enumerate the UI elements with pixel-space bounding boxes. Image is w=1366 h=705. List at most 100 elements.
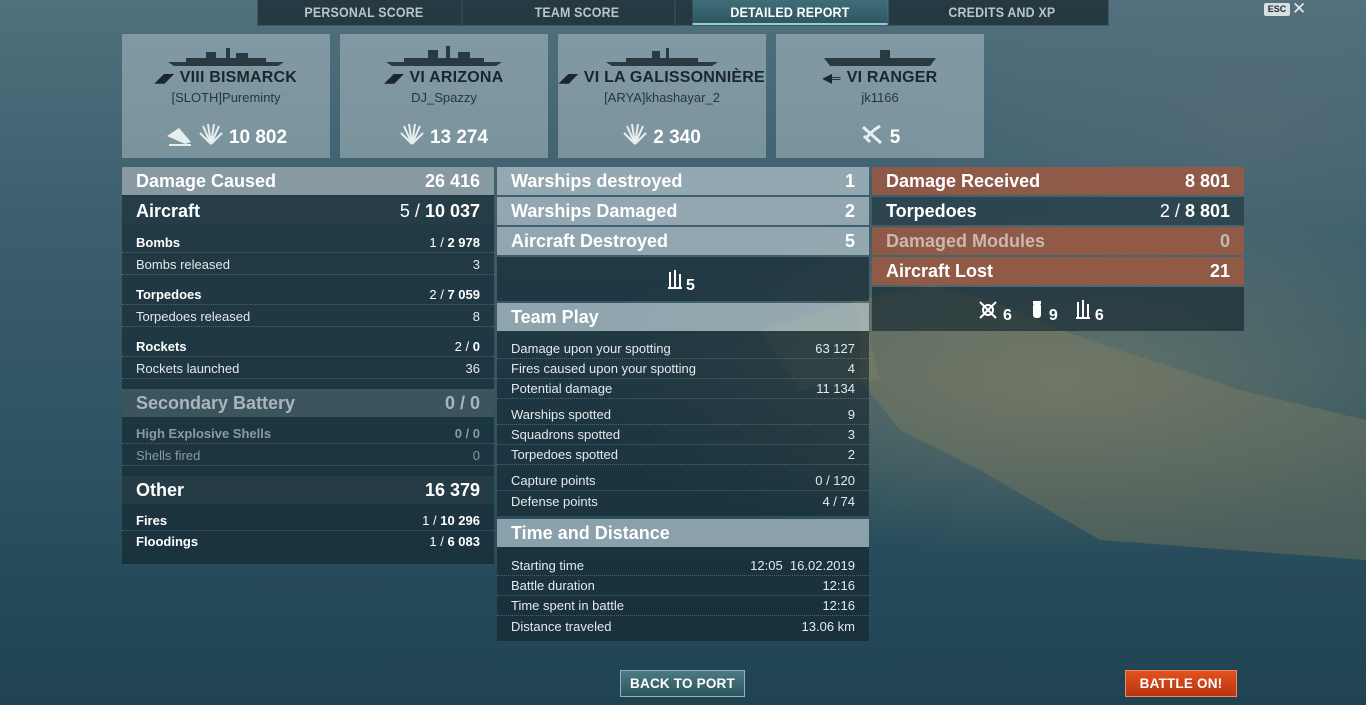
player-name: [ARYA]khashayar_2: [604, 90, 720, 105]
tab-bar: PERSONAL SCORE TEAM SCORE DETAILED REPOR…: [257, 0, 1109, 26]
fighter-icon: [978, 300, 998, 325]
row-label: Defense points: [511, 493, 598, 509]
secondary-battery-header: Secondary Battery 0 / 0: [122, 389, 494, 417]
row-value: 4 / 74: [822, 493, 855, 509]
team-play-row: Damage upon your spotting 63 127: [497, 339, 869, 359]
row-label: Battle duration: [511, 578, 595, 593]
sunk-ship-icon: [165, 124, 193, 152]
torpedo-bomber-icon: [668, 270, 682, 295]
row-label: Time spent in battle: [511, 598, 624, 613]
aircraft-damage: 10 037: [424, 200, 480, 221]
torpedoes-row: Torpedoes 2 / 7 059: [122, 285, 494, 305]
aircraft-destroyed-header: Aircraft Destroyed 5: [497, 227, 869, 255]
secondary-battery-label: Secondary Battery: [136, 392, 296, 413]
team-play-title: Team Play: [511, 306, 599, 327]
fires-count: 1 /: [422, 513, 437, 528]
battle-on-button[interactable]: BATTLE ON!: [1125, 670, 1237, 697]
team-play-row: Defense points 4 / 74: [497, 491, 869, 511]
row-value: 13.06 km: [801, 618, 855, 634]
row-label: Torpedoes spotted: [511, 447, 618, 462]
bombs-count: 1 /: [429, 235, 444, 250]
fires-damage: 10 296: [440, 513, 480, 528]
received-torpedoes-count: 2 /: [1159, 200, 1180, 221]
row-value: 63 127: [815, 341, 855, 356]
row-label: Starting time: [511, 558, 584, 573]
ship-silhouette-icon: [340, 46, 548, 66]
fires-row: Fires 1 / 10 296: [122, 511, 494, 531]
bombers-lost-value: 9: [1048, 307, 1058, 324]
back-to-port-button[interactable]: BACK TO PORT: [620, 670, 745, 697]
carrier-icon: ◀═: [822, 71, 841, 85]
aircraft-icon-count: 5: [686, 277, 695, 294]
close-icon[interactable]: ✕: [1292, 0, 1306, 18]
row-label: Capture points: [511, 473, 596, 488]
cruiser-icon: ◢◤: [559, 71, 578, 85]
tab-personal-score[interactable]: PERSONAL SCORE: [267, 0, 463, 25]
aircraft-lost-value: 21: [1209, 260, 1230, 281]
received-torpedoes-label: Torpedoes: [886, 200, 977, 221]
fighters-lost-value: 6: [1003, 307, 1012, 324]
shells-fired-label: Shells fired: [136, 448, 201, 463]
aircraft-lost-header: Aircraft Lost 21: [872, 257, 1244, 285]
floodings-label: Floodings: [136, 533, 199, 549]
damaged-modules-value: 0: [1219, 230, 1230, 251]
row-value: 0 / 120: [815, 473, 855, 488]
bombs-row: Bombs 1 / 2 978: [122, 233, 494, 253]
damage-received-title: Damage Received: [886, 170, 1041, 191]
fires-label: Fires: [136, 513, 168, 528]
received-torpedoes-header: Torpedoes 2 / 8 801: [872, 197, 1244, 225]
aircraft-lost-icons: 6 9 6: [978, 300, 1104, 325]
tab-team-score[interactable]: TEAM SCORE: [479, 0, 675, 25]
aircraft-label: Aircraft: [136, 200, 201, 221]
ship-card-bismarck: ◢◤ VIII BISMARCK [SLOTH]Pureminty 10 802: [122, 34, 330, 158]
tab-credits-xp[interactable]: CREDITS AND XP: [905, 0, 1100, 25]
ship-silhouette-icon: [122, 46, 330, 66]
row-label: Damage upon your spotting: [511, 341, 671, 356]
ship-card-la-galissonniere: ◢◤ VI LA GALISSONNIÈRE [ARYA]khashayar_2 …: [558, 34, 766, 158]
torpedoes-released-row: Torpedoes released 8: [122, 307, 494, 327]
row-value: 3: [847, 427, 855, 442]
time-distance-title: Time and Distance: [511, 522, 670, 543]
warships-destroyed-value: 1: [844, 170, 855, 191]
rockets-launched-label: Rockets launched: [136, 361, 240, 376]
time-distance-row: Time spent in battle 12:16: [497, 596, 869, 616]
aircraft-lost-label: Aircraft Lost: [886, 260, 994, 281]
secondary-battery-value: 0 / 0: [444, 392, 480, 413]
rockets-row: Rockets 2 / 0: [122, 337, 494, 357]
floodings-count: 1 /: [429, 533, 444, 549]
other-header: Other 16 379: [122, 476, 494, 504]
he-shells-label: High Explosive Shells: [136, 426, 272, 441]
team-play-row: Torpedoes spotted 2: [497, 445, 869, 465]
warships-damaged-value: 2: [844, 200, 855, 221]
rockets-launched-row: Rockets launched 36: [122, 359, 494, 379]
ship-name: VI ARIZONA: [409, 69, 504, 86]
torpedoes-label: Torpedoes: [136, 287, 202, 302]
warships-destroyed-label: Warships destroyed: [511, 170, 683, 191]
floodings-row: Floodings 1 / 6 083: [122, 531, 494, 551]
aircraft-destroyed-value: 5: [889, 127, 901, 148]
ship-card-ranger: ◀═ VI RANGER jk1166 5: [776, 34, 984, 158]
time-distance-row: Distance traveled 13.06 km: [497, 616, 869, 636]
warships-destroyed-header: Warships destroyed 1: [497, 167, 869, 195]
rockets-damage: 0: [472, 339, 480, 354]
damage-received-header: Damage Received 8 801: [872, 167, 1244, 195]
ship-silhouette-icon: [558, 46, 766, 66]
damage-caused-header: Damage Caused 26 416: [122, 167, 494, 195]
damage-value: 2 340: [653, 127, 701, 148]
shells-fired-value: 0: [472, 448, 480, 463]
aircraft-destroyed-label: Aircraft Destroyed: [511, 230, 669, 251]
torpedoes-released-label: Torpedoes released: [136, 309, 251, 324]
bombs-label: Bombs: [136, 235, 181, 250]
warships-damaged-label: Warships Damaged: [511, 200, 678, 221]
row-value: 11 134: [816, 381, 855, 396]
player-name: jk1166: [861, 90, 899, 105]
ship-name: VIII BISMARCK: [179, 69, 298, 86]
bombs-released-row: Bombs released 3: [122, 255, 494, 275]
player-name: DJ_Spazzy: [411, 90, 477, 105]
torpedoes-count: 2 /: [429, 287, 444, 302]
other-value: 16 379: [424, 479, 480, 500]
tab-detailed-report[interactable]: DETAILED REPORT: [692, 0, 888, 25]
damaged-modules-label: Damaged Modules: [886, 230, 1046, 251]
team-play-row: Fires caused upon your spotting 4: [497, 359, 869, 379]
torpedo-bombers-lost-value: 6: [1094, 307, 1104, 324]
